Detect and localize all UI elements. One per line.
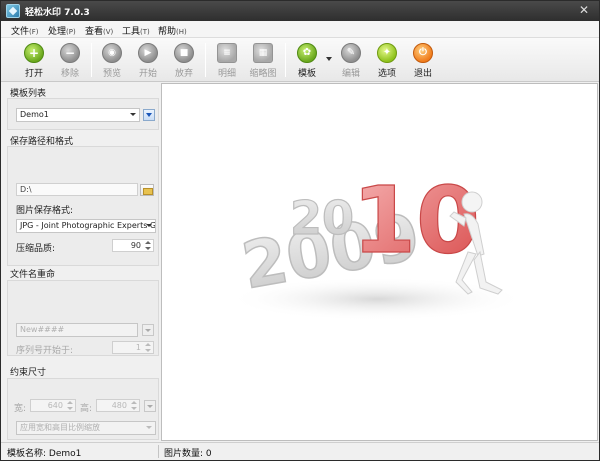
rename-pattern-button[interactable] <box>142 324 154 336</box>
menu-view[interactable]: 查看(V) <box>85 24 113 37</box>
folder-browse-button[interactable] <box>140 184 154 196</box>
plus-icon: + <box>24 43 44 63</box>
height-label: 高: <box>80 404 93 414</box>
constraint-group-title: 约束尺寸 <box>10 368 47 378</box>
width-spinner[interactable]: 640 <box>30 399 76 412</box>
template-list-group: Demo1 <box>7 98 159 130</box>
wrench-icon: ✦ <box>377 43 397 63</box>
thumbnail-button[interactable]: ▦ 缩略图 <box>244 41 282 79</box>
preview-area: 2009 20 10 2010 <box>161 83 598 441</box>
save-path-input[interactable]: D:\ <box>16 183 138 196</box>
toolbar: + 打开 − 移除 ◉ 预览 ▶ 开始 ■ 放弃 ≡ 明细 ▦ 缩略图 ✿ 模板… <box>1 38 599 82</box>
app-logo-icon <box>6 4 20 18</box>
width-label: 宽: <box>14 404 27 414</box>
play-icon: ▶ <box>138 43 158 63</box>
status-template-name: 模板名称: Demo1 <box>7 449 82 459</box>
menu-file[interactable]: 文件(F) <box>11 24 39 37</box>
status-image-count: 图片数量: 0 <box>164 449 212 459</box>
close-button[interactable]: ✕ <box>577 3 591 17</box>
app-window: 轻松水印 7.0.3 ✕ 文件(F) 处理(P) 查看(V) 工具(T) 帮助(… <box>0 0 600 461</box>
save-group: D:\ 图片保存格式: JPG - Joint Photographic Exp… <box>7 146 159 266</box>
constraint-mode-select[interactable]: 应用宽和高目比例缩放 <box>16 421 156 435</box>
pencil-icon: ✎ <box>341 43 361 63</box>
menu-bar: 文件(F) 处理(P) 查看(V) 工具(T) 帮助(H) <box>1 21 599 38</box>
puzzle-icon: ✿ <box>297 43 317 63</box>
thumbnail-icon: ▦ <box>253 43 273 63</box>
window-title: 轻松水印 7.0.3 <box>25 8 90 18</box>
sequence-start-label: 序列号开始于: <box>16 346 74 356</box>
template-load-button[interactable] <box>143 109 155 121</box>
sidebar: 模板列表 Demo1 保存路径和格式 D:\ 图片保存格式: JPG - Joi… <box>4 84 159 441</box>
stop-icon: ■ <box>174 43 194 63</box>
status-divider <box>158 445 159 458</box>
height-spinner[interactable]: 480 <box>96 399 140 412</box>
menu-tools[interactable]: 工具(T) <box>122 24 150 37</box>
rename-group-title: 文件名重命 <box>10 270 56 280</box>
format-label: 图片保存格式: <box>16 206 74 216</box>
title-bar: 轻松水印 7.0.3 ✕ <box>1 1 599 21</box>
minus-icon: − <box>60 43 80 63</box>
rename-pattern-select[interactable]: New#### <box>16 323 138 337</box>
abort-button[interactable]: ■ 放弃 <box>165 41 203 79</box>
status-bar: 模板名称: Demo1 图片数量: 0 <box>1 442 599 460</box>
template-select[interactable]: Demo1 <box>16 108 140 122</box>
year-2010-label: 2010 <box>287 138 290 140</box>
exit-button[interactable]: ⏻ 退出 <box>404 41 442 79</box>
constraint-dropdown-button[interactable] <box>144 400 156 412</box>
constraint-group: 宽: 640 高: 480 应用宽和高目比例缩放 <box>7 378 159 440</box>
preview-image: 2009 20 10 2010 <box>227 138 527 321</box>
menu-process[interactable]: 处理(P) <box>48 24 76 37</box>
year-2010-digits-20: 20 <box>290 191 354 245</box>
format-select[interactable]: JPG - Joint Photographic Experts Gr <box>16 219 156 233</box>
rename-group: New#### 序列号开始于: 1 <box>7 280 159 356</box>
power-icon: ⏻ <box>413 43 433 63</box>
sequence-start-spinner[interactable]: 1 <box>112 341 154 354</box>
quality-label: 压缩品质: <box>16 244 56 254</box>
template-button[interactable]: ✿ 模板 <box>288 41 326 79</box>
eye-icon: ◉ <box>102 43 122 63</box>
menu-help[interactable]: 帮助(H) <box>158 24 187 37</box>
document-icon: ≡ <box>217 43 237 63</box>
remove-button[interactable]: − 移除 <box>51 41 89 79</box>
quality-spinner[interactable]: 90 <box>112 239 154 252</box>
